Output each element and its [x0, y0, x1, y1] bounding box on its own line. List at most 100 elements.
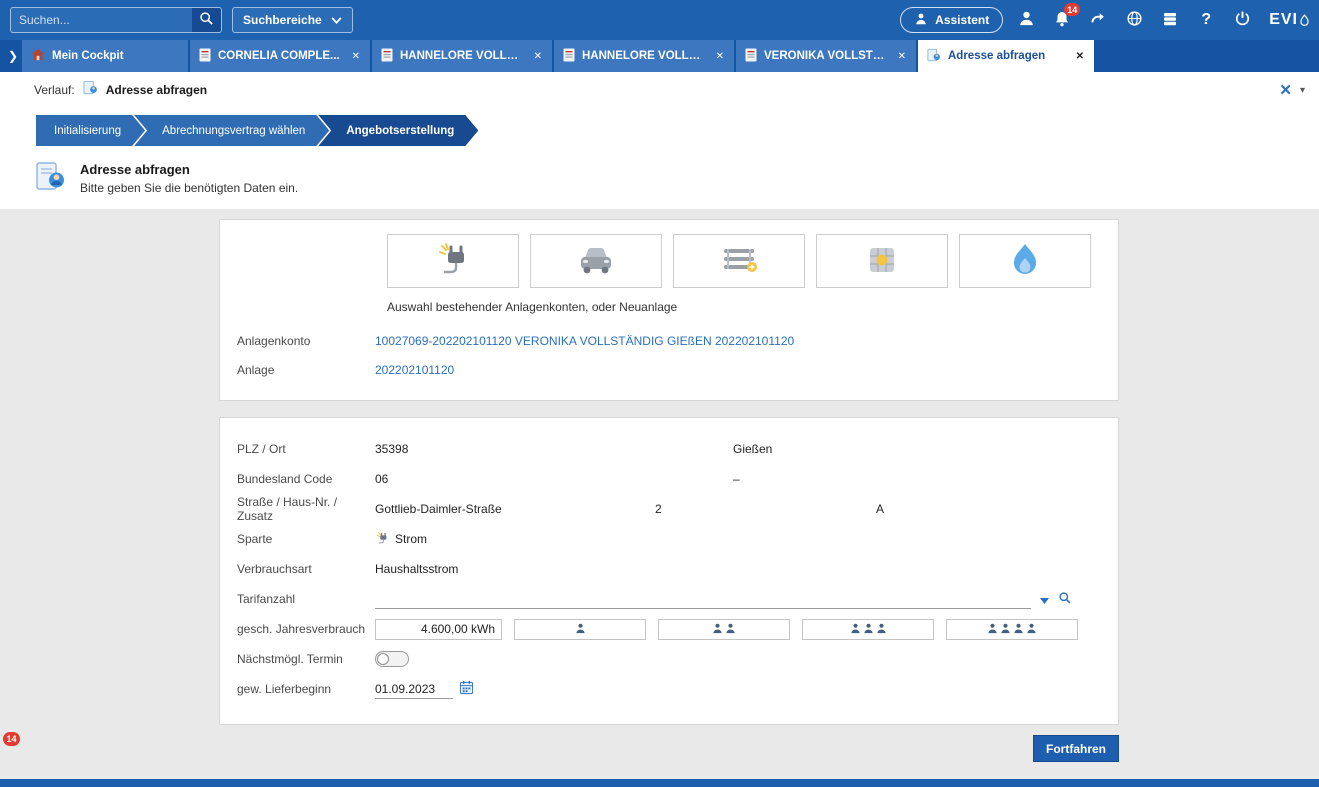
close-workflow-icon[interactable]: ✕ — [1279, 81, 1292, 99]
brand-logo: EVI — [1269, 11, 1309, 29]
lieferbeginn-row: gew. Lieferbeginn 01.09.2023 — [220, 674, 1118, 704]
jahresverbrauch-row: gesch. Jahresverbrauch — [220, 614, 1118, 644]
search-button[interactable] — [192, 7, 222, 33]
chevron-down-icon[interactable]: ▾ — [1300, 85, 1305, 96]
tab-close-icon[interactable]: ✕ — [897, 51, 907, 62]
page-head-texts: Adresse abfragen Bitte geben Sie die ben… — [80, 162, 298, 195]
plz-ort-row: PLZ / Ort 35398 Gießen — [220, 434, 1118, 464]
power-icon — [1234, 10, 1251, 30]
strasse-label: Straße / Haus-Nr. / Zusatz — [220, 495, 375, 523]
jahresverbrauch-input[interactable] — [375, 619, 502, 640]
bottom-status-strip — [0, 779, 1319, 787]
globe-button[interactable] — [1121, 7, 1147, 33]
redo-arrow-icon — [1089, 10, 1107, 31]
division-tiles — [220, 234, 1118, 288]
tab-close-icon[interactable]: ✕ — [1075, 51, 1085, 62]
continue-button[interactable]: Fortfahren — [1033, 735, 1119, 762]
tab-label: HANNELORE VOLLST... — [400, 50, 526, 62]
page-subtitle: Bitte geben Sie die benötigten Daten ein… — [80, 181, 298, 195]
termin-label: Nächstmögl. Termin — [220, 652, 375, 666]
heating-tile-button[interactable] — [673, 234, 805, 288]
document-icon — [199, 48, 211, 65]
document-icon — [563, 48, 575, 65]
tarifanzahl-field[interactable] — [375, 589, 1031, 609]
preset-1-person-button[interactable] — [514, 619, 646, 640]
tarifanzahl-search-button[interactable] — [1058, 591, 1072, 608]
corner-notification-badge[interactable]: 14 — [3, 732, 20, 746]
preset-2-persons-button[interactable] — [658, 619, 790, 640]
history-item[interactable]: Adresse abfragen — [106, 83, 207, 97]
lieferbeginn-label: gew. Lieferbeginn — [220, 682, 375, 696]
home-icon — [31, 48, 45, 64]
user-button[interactable] — [1013, 7, 1039, 33]
assistant-button[interactable]: Assistent — [900, 7, 1003, 33]
bundesland-code-value[interactable]: 06 — [375, 472, 733, 486]
photovoltaic-tile-button[interactable] — [816, 234, 948, 288]
tarifanzahl-label: Tarifanzahl — [220, 592, 375, 606]
search-input[interactable] — [10, 7, 192, 33]
account-card: Auswahl bestehender Anlagenkonten, oder … — [219, 219, 1119, 401]
wizard-step-label: Abrechnungsvertrag wählen — [162, 125, 305, 137]
tab-close-icon[interactable]: ✕ — [351, 51, 361, 62]
electricity-tile-button[interactable] — [387, 234, 519, 288]
preset-4-persons-button[interactable] — [946, 619, 1078, 640]
bundesland-label: Bundesland Code — [220, 472, 375, 486]
globe-icon — [1126, 10, 1143, 30]
tab-overflow-chevron[interactable]: ❯ — [4, 40, 22, 72]
tab-veronika[interactable]: VERONIKA VOLLSTÄ... ✕ — [736, 40, 916, 72]
redo-button[interactable] — [1085, 7, 1111, 33]
notifications-button[interactable]: 14 — [1049, 7, 1075, 33]
server-button[interactable] — [1157, 7, 1183, 33]
wizard-step-label: Angebotserstellung — [346, 125, 454, 137]
tab-hannelore-1[interactable]: HANNELORE VOLLST... ✕ — [372, 40, 552, 72]
calendar-button[interactable] — [459, 680, 474, 698]
tab-hannelore-2[interactable]: HANNELORE VOLLST... ✕ — [554, 40, 734, 72]
person-icon — [1026, 622, 1037, 637]
gas-flame-icon — [1002, 240, 1048, 283]
heat-exchanger-icon — [716, 240, 762, 283]
tab-adresse-abfragen[interactable]: Adresse abfragen ✕ — [918, 40, 1094, 72]
verbrauchsart-value[interactable]: Haushaltsstrom — [375, 562, 458, 576]
wizard-step-initialisierung[interactable]: Initialisierung — [36, 115, 145, 146]
tab-label: CORNELIA COMPLE... — [218, 50, 344, 62]
address-form-icon-large — [34, 160, 66, 197]
tarifanzahl-dropdown-button[interactable] — [1040, 592, 1049, 607]
tab-cornelia[interactable]: CORNELIA COMPLE... ✕ — [190, 40, 370, 72]
tab-close-icon[interactable]: ✕ — [533, 51, 543, 62]
hausnr-value[interactable]: 2 — [655, 502, 876, 516]
person-icon — [987, 622, 998, 637]
sparte-value[interactable]: Strom — [395, 532, 427, 546]
bundesland-extra-value[interactable]: – — [733, 472, 740, 486]
zusatz-value[interactable]: A — [876, 502, 884, 516]
plz-value[interactable]: 35398 — [375, 442, 733, 456]
tab-close-icon[interactable]: ✕ — [715, 51, 725, 62]
history-row: Verlauf: Adresse abfragen ✕ ▾ — [0, 72, 1319, 108]
gas-tile-button[interactable] — [959, 234, 1091, 288]
search-scope-button[interactable]: Suchbereiche — [232, 7, 353, 33]
electricity-plug-small-icon — [375, 531, 389, 548]
strasse-value[interactable]: Gottlieb-Daimler-Straße — [375, 502, 655, 516]
global-search — [10, 7, 222, 33]
brand-flame-icon — [1300, 14, 1309, 27]
tab-mein-cockpit[interactable]: Mein Cockpit — [22, 40, 188, 72]
tab-label: Adresse abfragen — [948, 50, 1068, 62]
anlage-link[interactable]: 202202101120 — [375, 363, 454, 377]
ort-value[interactable]: Gießen — [733, 442, 772, 456]
solar-panel-icon — [859, 240, 905, 283]
lieferbeginn-field[interactable]: 01.09.2023 — [375, 679, 453, 699]
address-form-icon — [83, 80, 98, 100]
search-scope-label: Suchbereiche — [243, 13, 322, 27]
help-button[interactable]: ? — [1193, 7, 1219, 33]
wizard-step-angebotserstellung[interactable]: Angebotserstellung — [318, 115, 478, 146]
address-form-icon — [927, 48, 941, 65]
tab-label: Mein Cockpit — [52, 50, 179, 62]
power-button[interactable] — [1229, 7, 1255, 33]
anlagenkonto-link[interactable]: 10027069-202202101120 VERONIKA VOLLSTÄND… — [375, 334, 794, 348]
termin-row: Nächstmögl. Termin — [220, 644, 1118, 674]
wizard-step-abrechnungsvertrag[interactable]: Abrechnungsvertrag wählen — [134, 115, 329, 146]
termin-toggle[interactable] — [375, 651, 409, 667]
preset-3-persons-button[interactable] — [802, 619, 934, 640]
emobility-tile-button[interactable] — [530, 234, 662, 288]
anlage-label: Anlage — [220, 363, 375, 377]
car-icon — [573, 240, 619, 283]
